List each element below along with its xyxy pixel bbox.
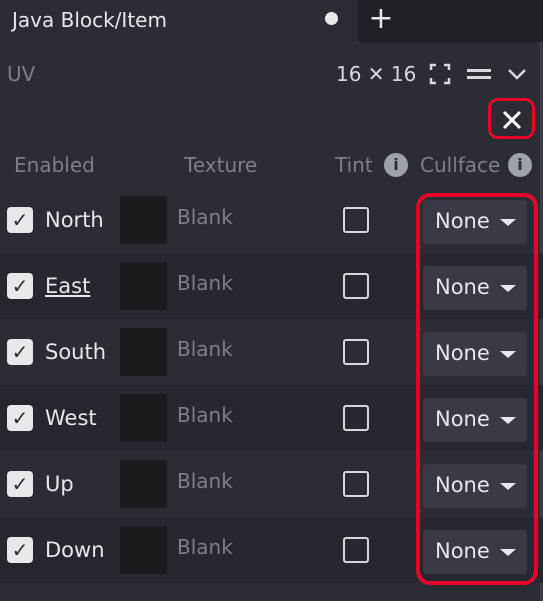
column-header-cullface: Cullface [420,153,501,177]
tint-checkbox[interactable] [343,207,369,233]
info-icon[interactable]: i [508,153,532,177]
tint-checkbox[interactable] [343,273,369,299]
uv-size-label: 16 ✕ 16 [336,62,417,86]
face-label: South [45,340,107,364]
texture-name: Blank [177,469,233,493]
tint-checkbox[interactable] [343,405,369,431]
texture-name: Blank [177,271,233,295]
info-icon[interactable]: i [384,153,408,177]
menu-icon[interactable] [466,62,491,86]
tint-checkbox[interactable] [343,471,369,497]
unsaved-dot-icon[interactable] [325,12,338,25]
texture-swatch[interactable] [120,196,167,244]
add-tab-button[interactable]: + [366,0,396,38]
face-label: West [45,406,97,430]
texture-swatch[interactable] [120,460,167,508]
tint-checkbox[interactable] [343,537,369,563]
texture-name: Blank [177,337,233,361]
column-header-texture: Texture [184,153,258,177]
texture-swatch[interactable] [120,394,167,442]
tab-java-block-item[interactable]: Java Block/Item [0,0,358,42]
face-label[interactable]: East [45,274,90,298]
enabled-checkbox[interactable]: ✓ [7,273,33,299]
texture-name: Blank [177,535,233,559]
annotation-highlight-close [488,98,535,139]
texture-name: Blank [177,403,233,427]
texture-name: Blank [177,205,233,229]
texture-swatch[interactable] [120,262,167,310]
enabled-checkbox[interactable]: ✓ [7,405,33,431]
chevron-down-icon[interactable] [506,62,530,86]
enabled-checkbox[interactable]: ✓ [7,537,33,563]
face-label: North [45,208,104,232]
tint-checkbox[interactable] [343,339,369,365]
uv-panel-title: UV [7,62,36,86]
enabled-checkbox[interactable]: ✓ [7,207,33,233]
tab-title: Java Block/Item [12,8,167,32]
enabled-checkbox[interactable]: ✓ [7,471,33,497]
annotation-highlight-cullface [416,193,538,585]
texture-swatch[interactable] [120,328,167,376]
face-label: Up [45,472,74,496]
column-header-tint: Tint [335,153,373,177]
texture-swatch[interactable] [120,526,167,574]
enabled-checkbox[interactable]: ✓ [7,339,33,365]
face-label: Down [45,538,105,562]
fullscreen-icon[interactable] [428,62,452,86]
column-header-enabled: Enabled [14,153,95,177]
tab-bar: Java Block/Item + [0,0,543,42]
